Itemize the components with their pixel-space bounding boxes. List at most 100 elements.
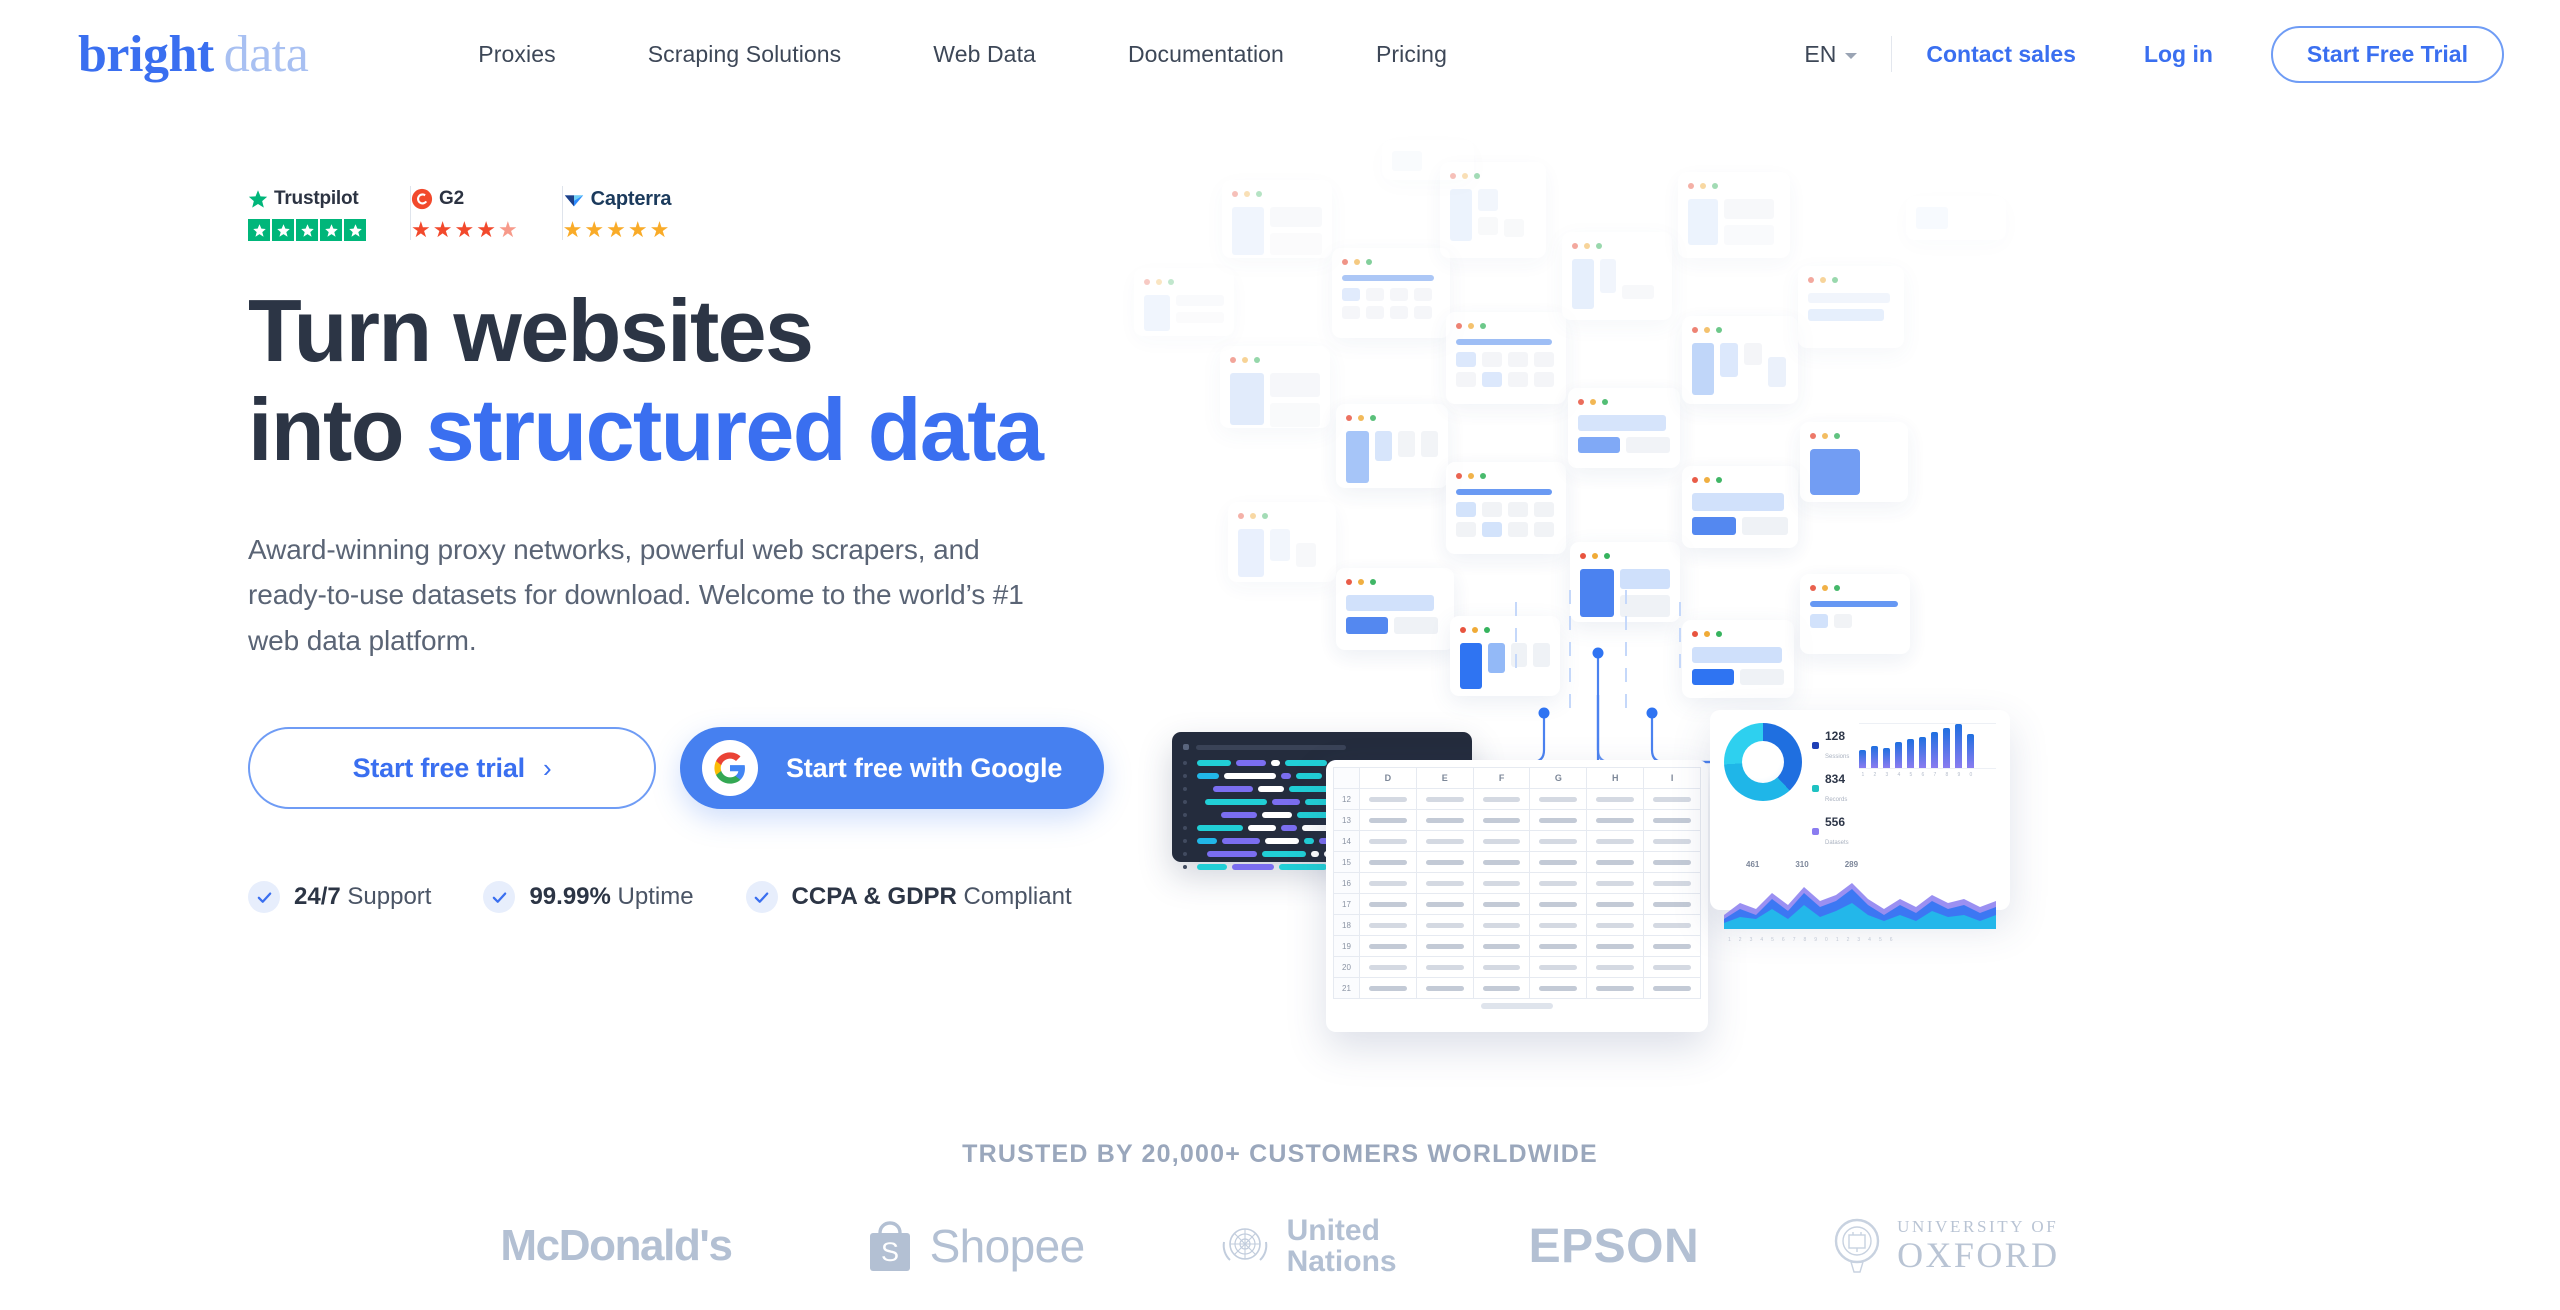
legend-item: 128 Sessions <box>1812 727 1849 763</box>
headline-line-2-plain: into <box>248 379 426 479</box>
logo-united-nations: United Nations <box>1217 1215 1397 1277</box>
hero-subcopy: Award-winning proxy networks, powerful w… <box>248 534 1024 656</box>
nav-item-web-data[interactable]: Web Data <box>887 41 1082 68</box>
table-row: 14 <box>1333 830 1701 852</box>
feature-uptime-rest: Uptime <box>610 883 694 911</box>
table-row: 12 <box>1333 788 1701 810</box>
row-header: 14 <box>1333 830 1360 852</box>
logo-epson: EPSON <box>1529 1219 1700 1274</box>
row-header: 12 <box>1333 788 1360 810</box>
x-tick: 0 <box>1969 772 1973 778</box>
spreadsheet-window: D E F G H I 12 13 14 15 16 17 18 19 20 2… <box>1326 760 1708 1032</box>
area-chart-x-axis: 1234567890123456 <box>1728 937 1893 943</box>
spreadsheet-body: 12 13 14 15 16 17 18 19 20 21 <box>1333 788 1701 999</box>
nav-item-pricing[interactable]: Pricing <box>1330 41 1493 68</box>
table-row: 13 <box>1333 809 1701 831</box>
badge-trustpilot[interactable]: Trustpilot <box>248 186 410 241</box>
website-card <box>1446 462 1566 554</box>
logo-text-bright: bright <box>78 25 214 83</box>
legend-caption: Datasets <box>1825 840 1849 846</box>
website-card <box>1568 388 1680 468</box>
nav-item-scraping-solutions[interactable]: Scraping Solutions <box>602 41 888 68</box>
legend-item: 834 Records <box>1812 770 1849 806</box>
customer-logos: McDonald's S Shopee United Nations EPSON… <box>0 1215 2560 1277</box>
x-tick: 2 <box>1873 772 1877 778</box>
feature-compliance-bold: CCPA & GDPR <box>791 883 957 911</box>
brightdata-logo[interactable]: bright data <box>78 25 309 84</box>
trusted-by-title: TRUSTED BY 20,000+ CUSTOMERS WORLDWIDE <box>962 1140 1598 1168</box>
spreadsheet-col-f: F <box>1472 767 1531 789</box>
x-tick: 1 <box>1861 772 1865 778</box>
bar-chart-x-axis: 1 2 3 4 5 6 7 8 9 0 <box>1859 772 1996 778</box>
area-chart-svg <box>1724 883 1996 929</box>
spreadsheet-col-d: D <box>1359 767 1417 789</box>
google-icon <box>702 740 758 797</box>
chevron-right-icon: › <box>542 752 552 783</box>
logo-shopee-text: Shopee <box>929 1220 1086 1273</box>
logo-united-nations-text: United Nations <box>1287 1215 1397 1277</box>
spreadsheet-header-row: D E F G H I <box>1333 767 1701 789</box>
trusted-by-section: TRUSTED BY 20,000+ CUSTOMERS WORLDWIDE M… <box>0 1140 2560 1277</box>
legend-value: 128 <box>1825 729 1846 743</box>
feature-support-bold: 24/7 <box>294 883 341 911</box>
website-card <box>1562 232 1672 320</box>
bar-chart: 1 2 3 4 5 6 7 8 9 0 <box>1859 723 1996 849</box>
website-card <box>1800 574 1910 654</box>
logo-epson-text: EPSON <box>1528 1219 1700 1273</box>
website-card <box>1382 140 1474 180</box>
website-card <box>1682 620 1794 698</box>
legend-value: 556 <box>1825 815 1846 829</box>
row-header: 17 <box>1333 893 1360 915</box>
hero-illustration: D E F G H I 12 13 14 15 16 17 18 19 20 2… <box>1134 140 2560 1080</box>
oxford-crest-icon <box>1834 1218 1880 1273</box>
trustpilot-star-icon <box>248 190 268 208</box>
x-tick: 9 <box>1957 772 1961 778</box>
landing-page: bright data Proxies Scraping Solutions W… <box>0 0 2560 1310</box>
feature-support-rest: Support <box>340 883 432 911</box>
headline-line-2-accent: structured data <box>425 379 1044 479</box>
website-card <box>1800 422 1908 502</box>
g2-rating-stars: ★ ★ ★ ★ ★ <box>411 217 518 242</box>
table-row: 16 <box>1333 872 1701 894</box>
contact-sales-link[interactable]: Contact sales <box>1892 41 2110 68</box>
horizontal-scrollbar[interactable] <box>1481 1003 1553 1009</box>
spreadsheet-table: D E F G H I 12 13 14 15 16 17 18 19 20 2… <box>1333 767 1701 999</box>
x-tick: 3 <box>1885 772 1889 778</box>
un-line1: United <box>1286 1214 1380 1247</box>
website-card <box>1570 542 1680 622</box>
log-in-link[interactable]: Log in <box>2110 41 2247 68</box>
website-card <box>1678 172 1790 258</box>
start-free-with-google-label: Start free with Google <box>786 752 1063 783</box>
language-selector[interactable]: EN <box>1804 41 1891 68</box>
website-card <box>1446 312 1566 404</box>
table-row: 20 <box>1333 956 1701 978</box>
row-header: 19 <box>1333 935 1360 957</box>
website-card <box>1906 196 2006 240</box>
badge-g2[interactable]: G2 ★ ★ ★ ★ ★ <box>411 186 562 241</box>
start-free-trial-button[interactable]: Start free trial › <box>248 727 656 810</box>
main-navigation: Proxies Scraping Solutions Web Data Docu… <box>432 41 1493 68</box>
svg-text:S: S <box>881 1237 899 1267</box>
website-card <box>1336 568 1454 650</box>
shopee-bag-icon: S <box>869 1221 910 1272</box>
badge-capterra[interactable]: Capterra ★ ★ ★ ★ ★ <box>563 186 716 241</box>
start-free-trial-label: Start free trial <box>352 752 526 783</box>
area-chart-labels: 461 310 289 <box>1724 860 1996 869</box>
x-tick: 6 <box>1921 772 1925 778</box>
area-chart: 461 310 289 1234567890123456 <box>1724 860 1996 943</box>
capterra-logo-icon <box>564 195 583 207</box>
nav-item-documentation[interactable]: Documentation <box>1082 41 1330 68</box>
logo-mcdonalds-text: McDonald's <box>500 1221 733 1271</box>
nav-item-proxies[interactable]: Proxies <box>432 41 601 68</box>
badge-label-trustpilot: Trustpilot <box>274 188 359 209</box>
row-header: 18 <box>1333 914 1360 936</box>
start-free-with-google-button[interactable]: Start free with Google <box>680 727 1105 810</box>
feature-uptime-text: 99.99% Uptime <box>529 883 693 911</box>
logo-text-data: data <box>223 25 309 83</box>
legend-value: 834 <box>1825 772 1846 786</box>
start-free-trial-header-button[interactable]: Start Free Trial <box>2270 25 2504 83</box>
badge-label-g2: G2 <box>439 188 464 209</box>
site-header: bright data Proxies Scraping Solutions W… <box>0 0 2560 108</box>
website-card <box>1332 248 1450 338</box>
un-line2: Nations <box>1286 1245 1397 1279</box>
